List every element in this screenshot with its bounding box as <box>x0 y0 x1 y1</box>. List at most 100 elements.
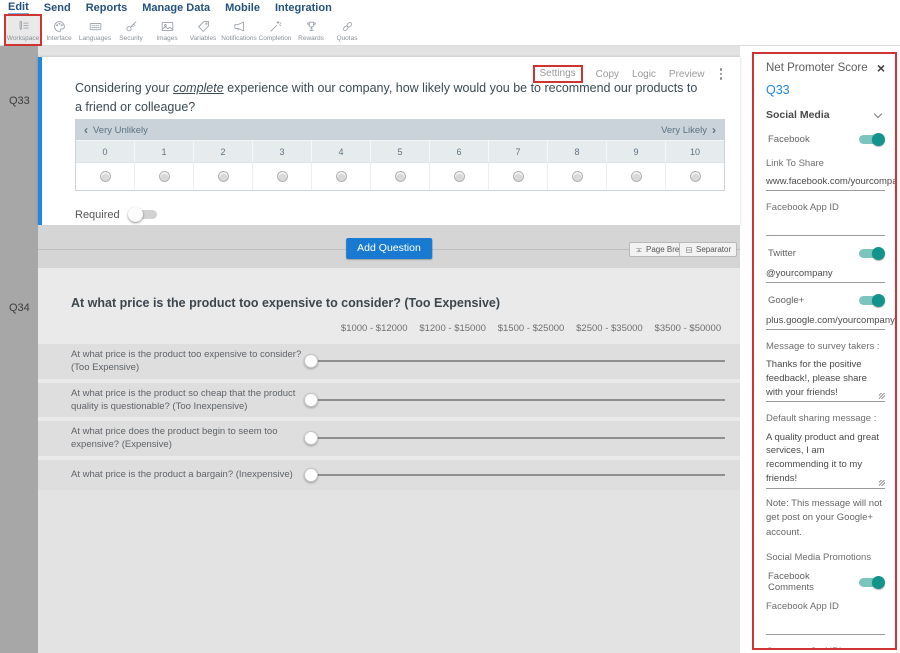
toolbar-item-quotas[interactable]: Quotas <box>329 15 365 45</box>
radio-button-2[interactable] <box>218 171 229 182</box>
insert-question-band: Add Question Page Break Separator <box>38 225 740 268</box>
nps-radio-cell-5[interactable] <box>370 162 429 190</box>
interface-icon <box>52 19 67 34</box>
nps-radio-cell-2[interactable] <box>193 162 252 190</box>
section-header-social-media[interactable]: Social Media <box>766 109 885 121</box>
close-icon[interactable]: × <box>877 62 885 74</box>
menu-item-mobile[interactable]: Mobile <box>225 2 260 14</box>
slider-handle[interactable] <box>304 431 318 445</box>
toolbar-item-notifications[interactable]: Notifications <box>221 15 257 45</box>
toolbar-item-rewards[interactable]: Rewards <box>293 15 329 45</box>
nps-radio-cell-3[interactable] <box>252 162 311 190</box>
price-slider-rows: At what price is the product too expensi… <box>38 344 740 490</box>
facebook-app-id-input[interactable] <box>766 219 885 236</box>
default-sharing-message-textarea[interactable]: A quality product and great services, I … <box>766 431 885 489</box>
radio-button-8[interactable] <box>572 171 583 182</box>
price-range-header-0: $1000 - $12000 <box>335 323 413 334</box>
required-toggle[interactable] <box>128 207 158 222</box>
google-plus-url-input[interactable]: plus.google.com/yourcompany <box>766 315 885 330</box>
message-to-survey-takers-textarea[interactable]: Thanks for the positive feedback!, pleas… <box>766 358 885 402</box>
radio-button-4[interactable] <box>336 171 347 182</box>
toolbar-item-label: Workspace <box>7 35 39 42</box>
toolbar-item-label: Security <box>119 35 142 42</box>
price-slider[interactable] <box>304 389 725 411</box>
chevron-right-icon[interactable]: › <box>712 125 716 135</box>
toolbar-item-workspace[interactable]: Workspace <box>5 15 41 45</box>
radio-button-1[interactable] <box>159 171 170 182</box>
price-slider-row-3: At what price is the product a bargain? … <box>38 460 740 490</box>
radio-button-10[interactable] <box>690 171 701 182</box>
preview-button[interactable]: Preview <box>669 69 705 80</box>
question-block-q34: At what price is the product too expensi… <box>38 268 740 469</box>
link-to-share-input[interactable]: www.facebook.com/yourcompany <box>766 176 885 191</box>
nps-radio-cell-6[interactable] <box>429 162 488 190</box>
nps-scale-value-4: 4 <box>311 141 370 162</box>
chevron-left-icon[interactable]: ‹ <box>84 125 88 135</box>
price-row-label: At what price is the product so cheap th… <box>38 387 304 414</box>
menu-item-manage-data[interactable]: Manage Data <box>142 2 210 14</box>
radio-button-3[interactable] <box>277 171 288 182</box>
nps-scale-value-8: 8 <box>547 141 606 162</box>
chevron-down-icon[interactable] <box>874 110 882 118</box>
more-options-icon[interactable] <box>718 66 725 82</box>
toolbar-item-label: Quotas <box>337 35 358 42</box>
toolbar-item-security[interactable]: Security <box>113 15 149 45</box>
question-text-part1: Considering your <box>75 81 173 95</box>
radio-button-6[interactable] <box>454 171 465 182</box>
nps-radio-cell-4[interactable] <box>311 162 370 190</box>
copy-button[interactable]: Copy <box>596 69 619 80</box>
panel-question-id[interactable]: Q33 <box>766 83 885 97</box>
twitter-toggle[interactable] <box>857 246 885 261</box>
toggle-row-facebook: Facebook <box>766 131 885 147</box>
twitter-handle-input[interactable]: @yourcompany <box>766 268 885 283</box>
price-slider[interactable] <box>304 350 725 372</box>
radio-button-5[interactable] <box>395 171 406 182</box>
facebook-toggle[interactable] <box>857 132 885 147</box>
nps-radio-cell-9[interactable] <box>606 162 665 190</box>
toolbar-item-interface[interactable]: Interface <box>41 15 77 45</box>
facebook-comments-toggle[interactable] <box>857 575 885 590</box>
nps-scale-table: ‹ Very Unlikely Very Likely › 0123456789… <box>75 119 725 191</box>
separator-button[interactable]: Separator <box>679 242 737 257</box>
facebook-comments-app-id-input[interactable] <box>766 618 885 635</box>
slider-handle[interactable] <box>304 393 318 407</box>
google-toggle[interactable] <box>857 293 885 308</box>
menu-item-reports[interactable]: Reports <box>86 2 128 14</box>
price-slider[interactable] <box>304 427 725 449</box>
radio-button-0[interactable] <box>100 171 111 182</box>
nps-radio-cell-10[interactable] <box>665 162 724 190</box>
toolbar-item-variables[interactable]: Variables <box>185 15 221 45</box>
panel-settings-list: Social MediaFacebookLink To Sharewww.fac… <box>766 109 885 650</box>
price-slider-row-2: At what price does the product begin to … <box>38 421 740 456</box>
nps-radio-cell-0[interactable] <box>76 162 134 190</box>
toolbar-item-images[interactable]: Images <box>149 15 185 45</box>
field-label-facebook-app-id: Facebook App ID <box>766 601 885 613</box>
price-slider[interactable] <box>304 464 725 486</box>
toggle-row-google: Google+ <box>766 293 885 309</box>
menu-item-edit[interactable]: Edit <box>8 1 29 15</box>
menu-item-send[interactable]: Send <box>44 2 71 14</box>
nps-scale-value-2: 2 <box>193 141 252 162</box>
radio-button-9[interactable] <box>631 171 642 182</box>
nps-radio-cell-8[interactable] <box>547 162 606 190</box>
nps-number-row: 012345678910 <box>76 140 724 162</box>
menu-item-integration[interactable]: Integration <box>275 2 332 14</box>
quotas-icon <box>340 19 355 34</box>
workspace-icon <box>16 19 31 34</box>
images-icon <box>160 19 175 34</box>
logic-button[interactable]: Logic <box>632 69 656 80</box>
panel-header: Net Promoter Score × <box>766 62 885 74</box>
price-row-label: At what price is the product a bargain? … <box>38 468 304 481</box>
required-row: Required <box>75 207 158 222</box>
nps-radio-cell-1[interactable] <box>134 162 193 190</box>
toggle-label: Facebook <box>766 134 810 145</box>
field-label-social-media-promotions: Social Media Promotions <box>766 552 885 564</box>
radio-button-7[interactable] <box>513 171 524 182</box>
nps-radio-cell-7[interactable] <box>488 162 547 190</box>
slider-handle[interactable] <box>304 468 318 482</box>
toolbar-item-completion[interactable]: Completion <box>257 15 293 45</box>
toolbar-item-languages[interactable]: Languages <box>77 15 113 45</box>
slider-handle[interactable] <box>304 354 318 368</box>
add-question-button[interactable]: Add Question <box>346 238 432 259</box>
nps-scale-value-3: 3 <box>252 141 311 162</box>
